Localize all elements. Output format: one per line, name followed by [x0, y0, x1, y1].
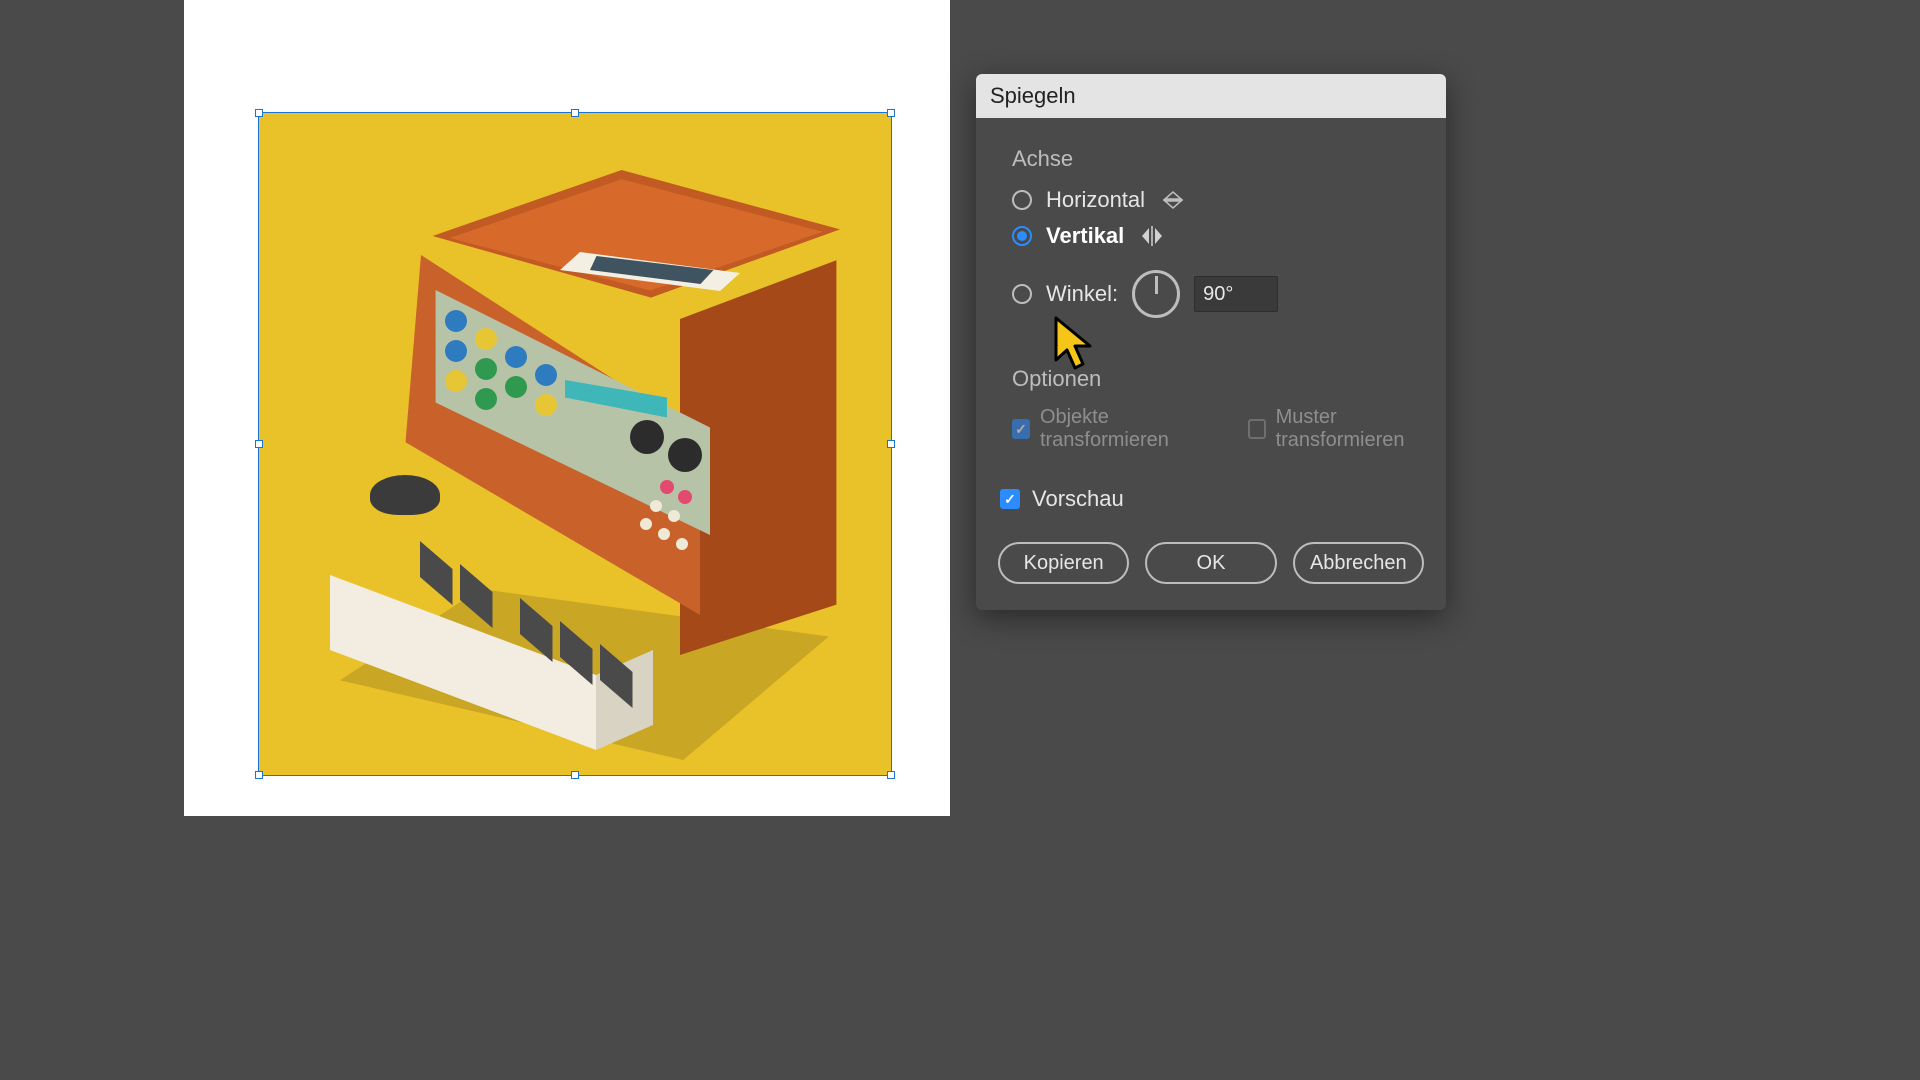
flip-vertical-icon	[1138, 222, 1166, 250]
radio-vertical[interactable]	[1012, 226, 1032, 246]
transform-patterns-checkbox	[1248, 419, 1266, 439]
axis-angle-row[interactable]: Winkel:	[1012, 270, 1446, 318]
angle-dial-icon[interactable]	[1132, 270, 1180, 318]
copy-button[interactable]: Kopieren	[998, 542, 1129, 584]
radio-horizontal[interactable]	[1012, 190, 1032, 210]
preview-label: Vorschau	[1032, 486, 1124, 512]
angle-input[interactable]	[1194, 276, 1278, 312]
transform-objects-label: Objekte transformieren	[1040, 406, 1217, 452]
flip-horizontal-icon	[1159, 186, 1187, 214]
axis-section-title: Achse	[1012, 146, 1446, 172]
angle-label: Winkel:	[1046, 281, 1118, 307]
dialog-title: Spiegeln	[976, 74, 1446, 118]
preview-checkbox[interactable]	[1000, 489, 1020, 509]
radio-angle[interactable]	[1012, 284, 1032, 304]
preview-row[interactable]: Vorschau	[1000, 486, 1446, 512]
axis-vertical-row[interactable]: Vertikal	[1012, 222, 1446, 250]
axis-horizontal-row[interactable]: Horizontal	[1012, 186, 1446, 214]
transform-patterns-label: Muster transformieren	[1276, 406, 1446, 452]
reflect-dialog: Spiegeln Achse Horizontal Vertikal Winke…	[976, 74, 1446, 610]
synthesizer-illustration	[280, 130, 870, 760]
vertical-label: Vertikal	[1046, 223, 1124, 249]
transform-objects-checkbox	[1012, 419, 1030, 439]
options-section-title: Optionen	[1012, 366, 1446, 392]
cancel-button[interactable]: Abbrechen	[1293, 542, 1424, 584]
horizontal-label: Horizontal	[1046, 187, 1145, 213]
ok-button[interactable]: OK	[1145, 542, 1276, 584]
